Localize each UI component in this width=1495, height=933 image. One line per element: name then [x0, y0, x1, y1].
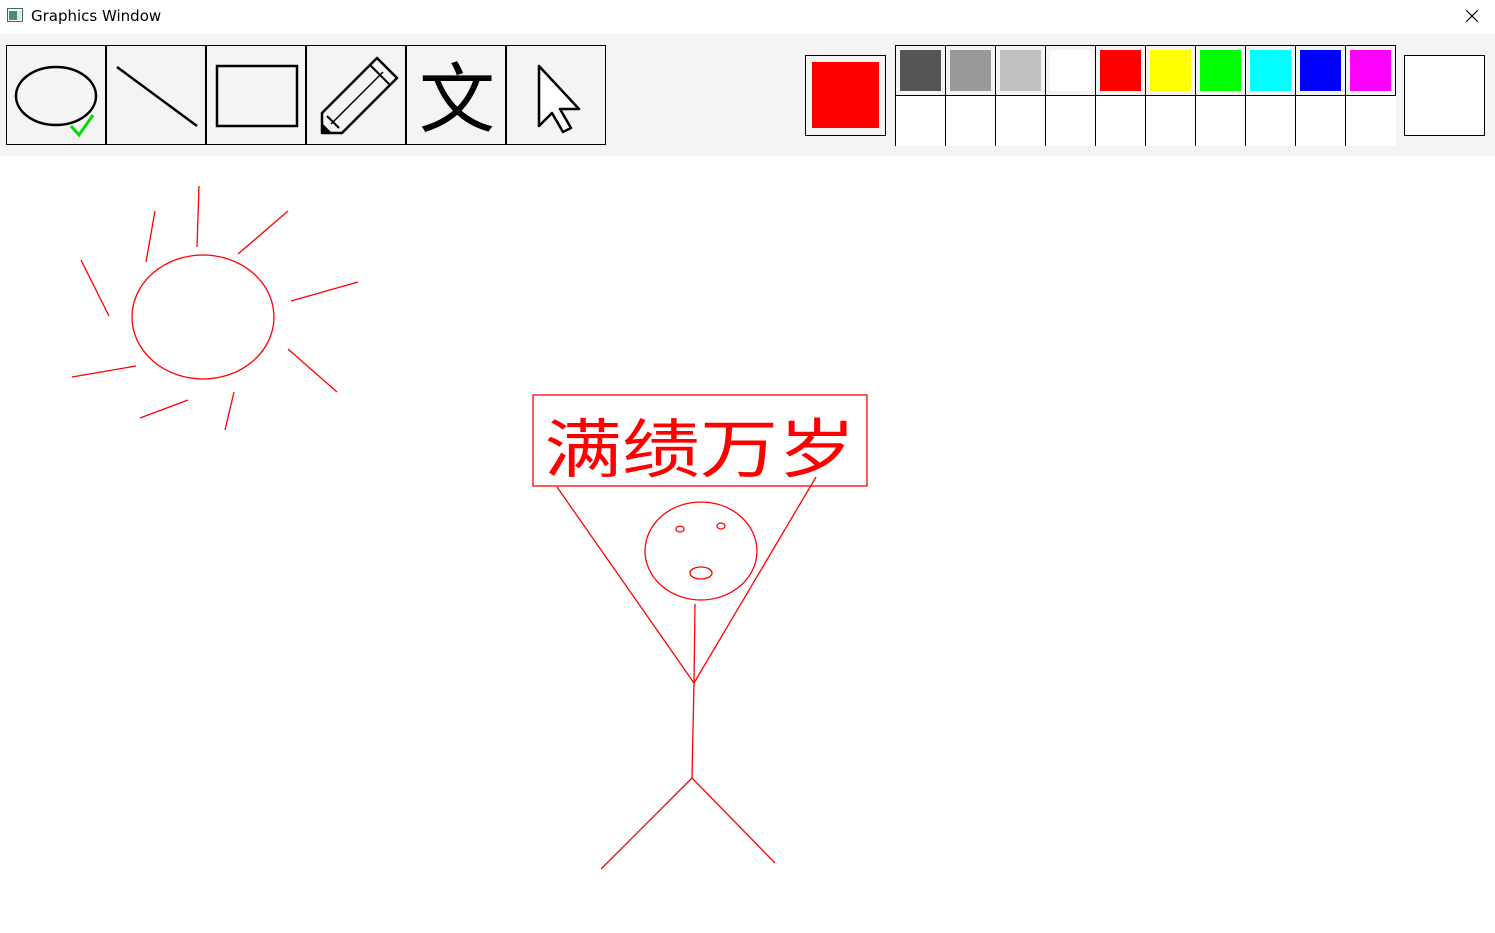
close-icon [1465, 9, 1479, 23]
color-palette [895, 45, 1396, 146]
palette-empty-slot[interactable] [1146, 96, 1196, 146]
palette-empty-slot[interactable] [1346, 96, 1396, 146]
pencil-icon [320, 56, 399, 135]
canvas-drawing: 满绩万岁 [71, 185, 868, 870]
line-icon [116, 65, 198, 128]
palette-empty-slot[interactable] [896, 96, 946, 146]
tool-ellipse[interactable] [6, 45, 106, 145]
tool-select[interactable] [506, 45, 606, 145]
app-icon [7, 8, 23, 22]
close-button[interactable] [1449, 0, 1495, 32]
sun-rays [71, 185, 359, 431]
drawing-canvas[interactable]: 满绩万岁 [0, 156, 1495, 933]
palette-empty-slot[interactable] [1046, 96, 1096, 146]
figure-eye-left [675, 525, 685, 533]
palette-swatch-blue[interactable] [1296, 46, 1346, 96]
toolbar: 文 [0, 34, 1495, 156]
figure-mouth [689, 566, 713, 580]
sun-circle [131, 254, 275, 380]
palette-empty-slot[interactable] [1096, 96, 1146, 146]
palette-swatch-cyan[interactable] [1246, 46, 1296, 96]
svg-text:文: 文 [419, 55, 495, 144]
window-title: Graphics Window [31, 7, 162, 25]
palette-swatch-white[interactable] [1046, 46, 1096, 96]
palette-empty-slot[interactable] [1246, 96, 1296, 146]
palette-swatch-dark-gray[interactable] [896, 46, 946, 96]
current-color-swatch [812, 62, 879, 128]
palette-swatch-red[interactable] [1096, 46, 1146, 96]
figure-head [644, 501, 758, 601]
palette-empty-slot[interactable] [1296, 96, 1346, 146]
palette-swatch-green[interactable] [1196, 46, 1246, 96]
text-icon: 文 [419, 55, 495, 144]
figure-eye-right [716, 522, 726, 530]
tool-line[interactable] [106, 45, 206, 145]
palette-swatch-gray[interactable] [946, 46, 996, 96]
tool-rectangle[interactable] [206, 45, 306, 145]
title-bar: Graphics Window [0, 0, 1495, 33]
tool-pencil[interactable] [306, 45, 406, 145]
palette-empty-slot[interactable] [1196, 96, 1246, 146]
palette-swatch-yellow[interactable] [1146, 46, 1196, 96]
rectangle-icon [215, 64, 299, 128]
stick-figure [556, 476, 817, 870]
palette-empty-slot[interactable] [996, 96, 1046, 146]
cursor-arrow-icon [537, 64, 581, 134]
custom-color-swatch[interactable] [1404, 55, 1485, 136]
current-color-indicator [805, 55, 886, 136]
ellipse-icon [14, 65, 98, 138]
tool-text[interactable]: 文 [406, 45, 506, 145]
palette-swatch-magenta[interactable] [1346, 46, 1396, 96]
banner-text: 满绩万岁 [544, 414, 856, 488]
palette-swatch-light-gray[interactable] [996, 46, 1046, 96]
palette-empty-slot[interactable] [946, 96, 996, 146]
